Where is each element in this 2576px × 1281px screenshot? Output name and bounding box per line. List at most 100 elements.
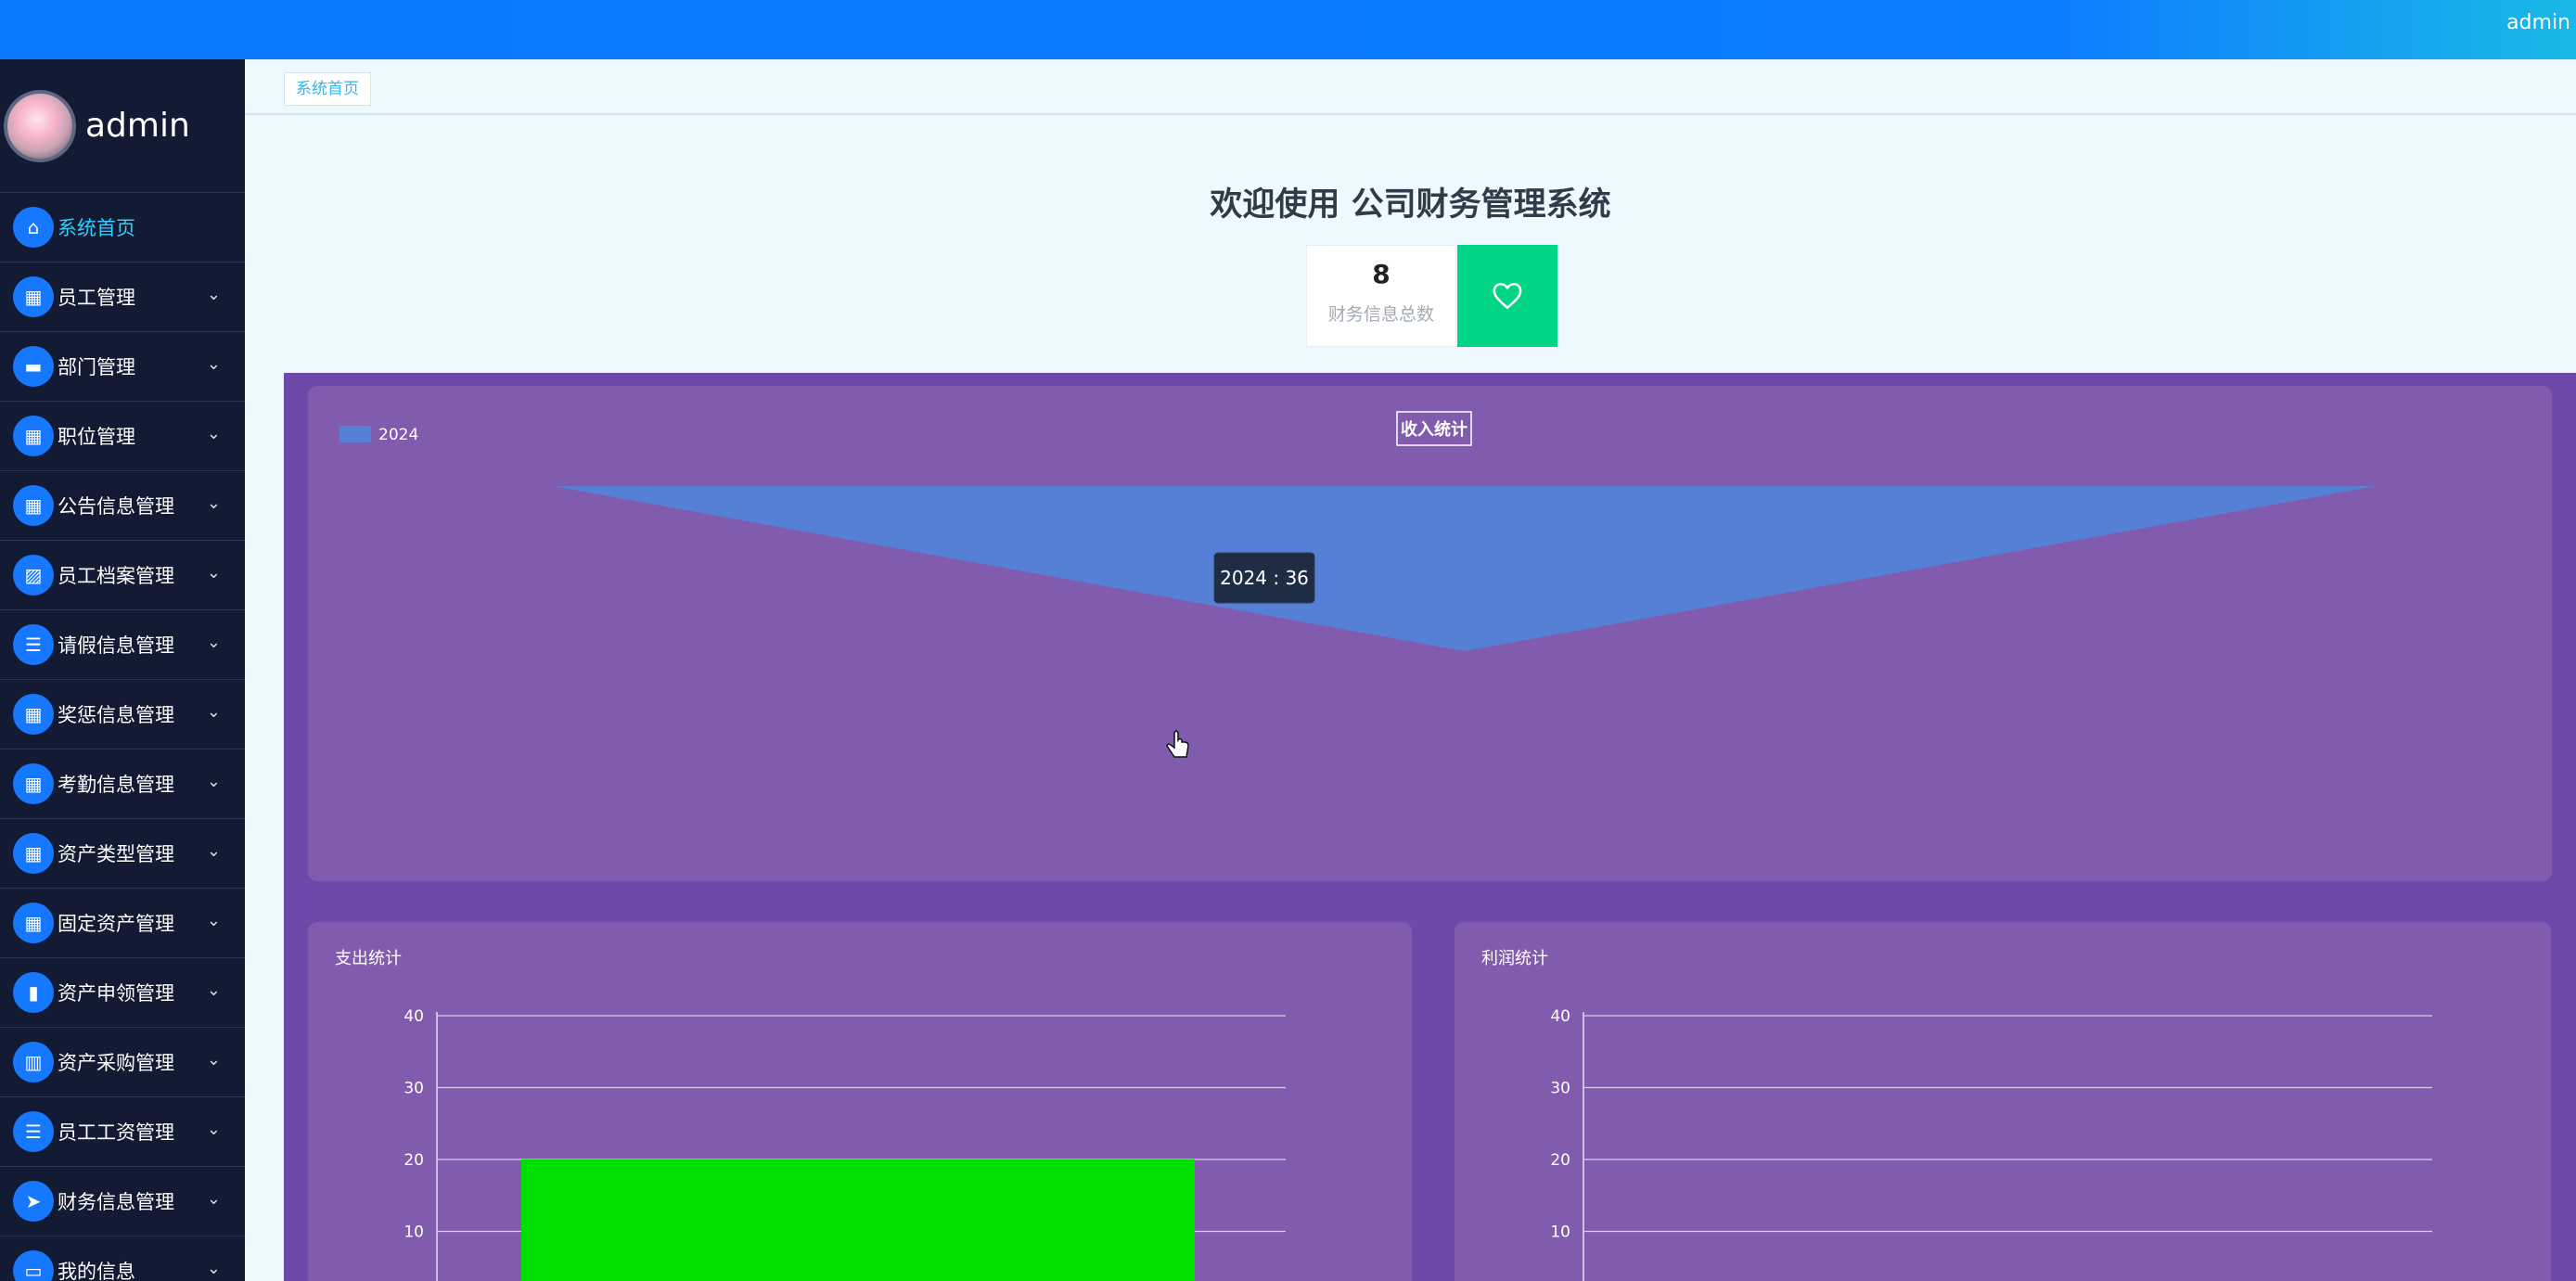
stat-value: 8	[1372, 259, 1391, 289]
sidebar-item-8[interactable]: ▦ 考勤信息管理 ⌄	[0, 749, 245, 819]
tab-home[interactable]: 系统首页	[284, 72, 371, 106]
chevron-down-icon: ⌄	[206, 563, 221, 583]
sidebar-username: admin	[85, 107, 190, 145]
ticket-icon: ▬	[13, 346, 54, 387]
grid-icon: ▦	[13, 276, 54, 317]
sidebar-item-0[interactable]: ⌂ 系统首页	[0, 193, 245, 263]
send-icon: ➤	[13, 1181, 54, 1222]
legend-label-2024[interactable]: 2024	[378, 426, 418, 444]
sidebar-item-4[interactable]: ▦ 公告信息管理 ⌄	[0, 471, 245, 541]
sidebar-item-label: 奖惩信息管理	[58, 704, 174, 726]
sidebar-item-label: 我的信息	[58, 1261, 135, 1281]
sidebar-item-label: 员工工资管理	[58, 1121, 174, 1144]
sidebar-item-label: 财务信息管理	[58, 1191, 174, 1213]
top-header: admin	[0, 0, 2576, 59]
sidebar-item-9[interactable]: ▦ 资产类型管理 ⌄	[0, 819, 245, 889]
header-username[interactable]: admin	[2506, 11, 2570, 34]
charts-area: 2024 收入统计 2024 : 36 支出统计 40 30 20 10 利润统…	[284, 373, 2576, 1281]
sidebar-item-label: 固定资产管理	[58, 913, 174, 935]
chevron-down-icon: ⌄	[206, 911, 221, 930]
grid-icon: ▦	[13, 485, 54, 526]
sidebar-item-5[interactable]: ▨ 员工档案管理 ⌄	[0, 541, 245, 610]
expense-chart-panel: 支出统计 40 30 20 10	[308, 922, 1412, 1281]
expense-bar-chart: 支出统计 40 30 20 10	[335, 949, 1286, 1281]
expense-bar-2024[interactable]	[521, 1159, 1195, 1281]
chevron-down-icon: ⌄	[206, 493, 221, 513]
list-icon: ☰	[13, 1111, 54, 1152]
expense-y-tick: 10	[404, 1223, 424, 1242]
sidebar-item-15[interactable]: ▭ 我的信息 ⌄	[0, 1236, 245, 1281]
sidebar-item-label: 员工档案管理	[58, 565, 174, 587]
stat-caption: 财务信息总数	[1327, 304, 1434, 325]
profit-y-tick: 30	[1550, 1080, 1570, 1098]
sidebar-item-label: 公告信息管理	[58, 495, 174, 518]
sidebar-item-label: 请假信息管理	[58, 634, 174, 657]
tooltip-text: 2024 : 36	[1220, 567, 1309, 589]
sidebar-item-label: 资产采购管理	[58, 1052, 174, 1074]
chevron-down-icon: ⌄	[206, 285, 221, 304]
heart-icon	[1457, 245, 1557, 347]
sidebar-item-label: 职位管理	[58, 426, 135, 448]
sidebar-item-2[interactable]: ▬ 部门管理 ⌄	[0, 332, 245, 402]
funnel-tooltip: 2024 : 36	[1213, 552, 1315, 604]
funnel-segment-2024[interactable]	[553, 486, 2376, 651]
chevron-down-icon: ⌄	[206, 841, 221, 861]
sidebar-item-12[interactable]: ▥ 资产采购管理 ⌄	[0, 1028, 245, 1097]
profit-bar-chart: 利润统计 40 30 20 10	[1481, 949, 2432, 1281]
page-title: 欢迎使用 公司财务管理系统	[1210, 186, 1611, 224]
profit-chart-title: 利润统计	[1481, 949, 1548, 968]
sidebar-item-label: 资产申领管理	[58, 982, 174, 1005]
grid-icon: ▦	[13, 903, 54, 943]
sidebar-item-3[interactable]: ▦ 职位管理 ⌄	[0, 402, 245, 471]
expense-chart-title: 支出统计	[335, 949, 402, 968]
chevron-down-icon: ⌄	[206, 1189, 221, 1209]
sidebar-item-7[interactable]: ▦ 奖惩信息管理 ⌄	[0, 680, 245, 749]
sidebar-menu: ⌂ 系统首页 ▦ 员工管理 ⌄ ▬ 部门管理 ⌄ ▦ 职位管理 ⌄ ▦ 公告信息管理 ⌄ ▨ 员工档案管理 ⌄ ☰…	[0, 193, 245, 1281]
grid-icon: ▦	[13, 416, 54, 456]
sidebar-item-13[interactable]: ☰ 员工工资管理 ⌄	[0, 1097, 245, 1167]
building-icon: ▥	[13, 1042, 54, 1082]
chevron-down-icon: ⌄	[206, 1259, 221, 1278]
grid-icon: ▦	[13, 763, 54, 804]
avatar[interactable]	[4, 89, 76, 162]
home-icon: ⌂	[13, 207, 54, 248]
grid-icon: ▦	[13, 833, 54, 874]
sidebar: admin ⌂ 系统首页 ▦ 员工管理 ⌄ ▬ 部门管理 ⌄ ▦ 职位管理 ⌄ ▦ 公告信息管理 ⌄ ▨ 员工…	[0, 59, 245, 1281]
expense-y-tick: 20	[404, 1151, 424, 1170]
tabs-bar: 系统首页	[245, 72, 2576, 115]
bar-chart-icon: ▮	[13, 972, 54, 1013]
expense-y-tick: 40	[404, 1007, 424, 1026]
profit-chart-panel: 利润统计 40 30 20 10	[1455, 922, 2551, 1281]
chart-line-icon: ▨	[13, 555, 54, 596]
sidebar-item-14[interactable]: ➤ 财务信息管理 ⌄	[0, 1167, 245, 1236]
legend-swatch-2024[interactable]	[340, 426, 371, 442]
chevron-down-icon: ⌄	[206, 633, 221, 652]
sidebar-item-label: 考勤信息管理	[58, 774, 174, 796]
sidebar-item-6[interactable]: ☰ 请假信息管理 ⌄	[0, 610, 245, 680]
sidebar-item-label: 系统首页	[58, 217, 135, 239]
income-chart-panel: 2024 收入统计 2024 : 36	[308, 386, 2552, 881]
sidebar-profile: admin	[0, 59, 245, 193]
sidebar-item-label: 部门管理	[58, 356, 135, 378]
chevron-down-icon: ⌄	[206, 1050, 221, 1070]
sidebar-item-1[interactable]: ▦ 员工管理 ⌄	[0, 263, 245, 332]
sidebar-item-10[interactable]: ▦ 固定资产管理 ⌄	[0, 889, 245, 958]
profile-icon: ▭	[13, 1250, 54, 1281]
income-funnel-chart: 2024 收入统计 2024 : 36	[340, 411, 2376, 758]
stat-card: 8 财务信息总数	[1306, 245, 1456, 347]
sidebar-item-11[interactable]: ▮ 资产申领管理 ⌄	[0, 958, 245, 1028]
profit-y-tick: 40	[1550, 1007, 1570, 1026]
chevron-down-icon: ⌄	[206, 424, 221, 443]
sidebar-item-label: 员工管理	[58, 287, 135, 309]
main-content: 系统首页 欢迎使用 公司财务管理系统 8 财务信息总数 2024 收入统计 20…	[245, 59, 2576, 1281]
chevron-down-icon: ⌄	[206, 772, 221, 791]
profit-y-tick: 10	[1550, 1223, 1570, 1242]
sidebar-item-label: 资产类型管理	[58, 843, 174, 865]
grid-icon: ▦	[13, 694, 54, 735]
profit-y-tick: 20	[1550, 1151, 1570, 1170]
income-chart-title: 收入统计	[1401, 419, 1467, 440]
list-icon: ☰	[13, 624, 54, 665]
chevron-down-icon: ⌄	[206, 354, 221, 374]
chevron-down-icon: ⌄	[206, 702, 221, 722]
chevron-down-icon: ⌄	[206, 980, 221, 1000]
